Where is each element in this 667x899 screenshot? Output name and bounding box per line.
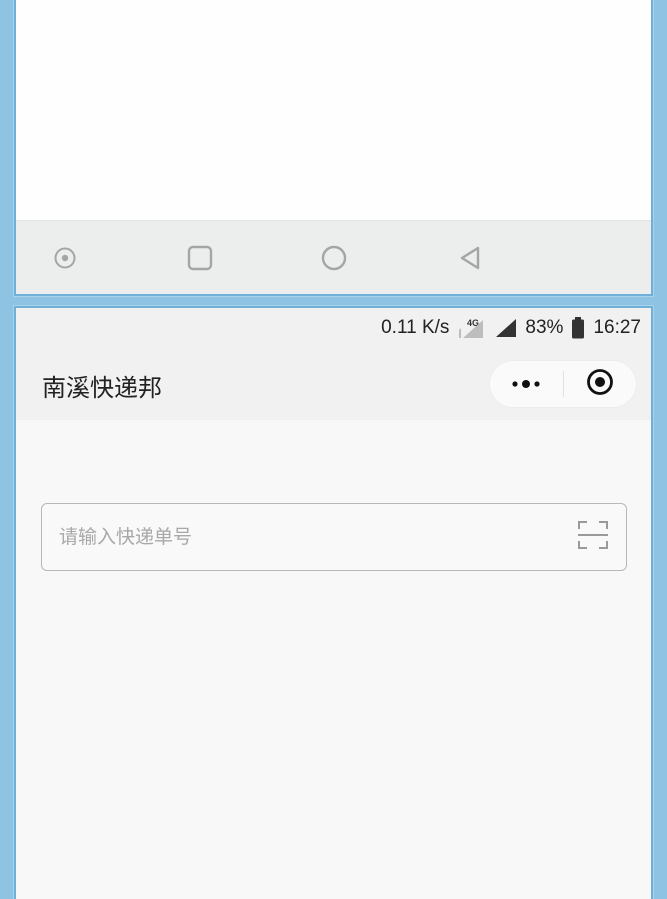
scan-button[interactable]	[560, 504, 626, 570]
recent-dot-icon[interactable]	[50, 243, 80, 273]
scan-icon	[577, 519, 609, 555]
status-bar: 0.11 K/s 4G 83% 16:27	[16, 308, 651, 348]
network-speed: 0.11 K/s	[381, 317, 450, 338]
network-4g-icon: 4G	[457, 316, 487, 340]
system-navigation-bar	[16, 220, 651, 294]
mini-program-title-bar: 南溪快递邦	[16, 348, 651, 420]
close-button[interactable]	[564, 361, 637, 407]
page-title: 南溪快递邦	[42, 374, 162, 402]
target-close-icon	[586, 368, 614, 400]
phone-screen: 0.11 K/s 4G 83% 16:27 南溪快递邦	[14, 306, 653, 899]
battery-icon	[571, 317, 585, 339]
mini-program-capsule	[489, 360, 637, 408]
circle-home-icon[interactable]	[319, 243, 349, 273]
back-triangle-icon[interactable]	[455, 243, 485, 273]
square-icon[interactable]	[185, 243, 215, 273]
battery-percent: 83%	[525, 317, 564, 338]
tracking-number-search-box	[41, 503, 627, 571]
more-button[interactable]	[490, 361, 563, 407]
more-dots-icon	[511, 375, 541, 394]
tracking-number-input[interactable]	[42, 504, 560, 570]
signal-icon	[495, 318, 517, 338]
main-content	[16, 420, 651, 899]
previous-screen	[14, 0, 653, 296]
clock: 16:27	[593, 317, 641, 338]
